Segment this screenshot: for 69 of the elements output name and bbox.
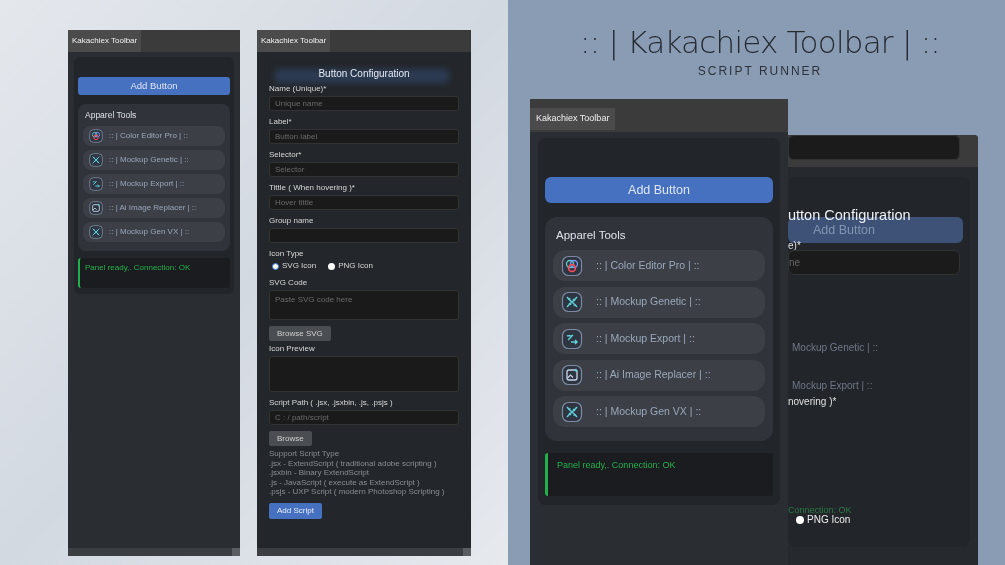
field-label: Script Path ( .jsx, .jsxbin, .js, .psjs ) xyxy=(269,398,394,408)
add-button[interactable]: Add Button xyxy=(545,177,773,203)
overlapping-circles-icon xyxy=(88,127,104,144)
tool-button[interactable]: :: | Mockup Gen VX | :: xyxy=(553,396,765,428)
help-text: .jsxbin - Binary ExtendScript xyxy=(269,468,371,478)
group-title: Apparel Tools xyxy=(85,109,138,122)
tool-button[interactable]: :: | Mockup Export | :: xyxy=(83,173,225,194)
radio-label: PNG Icon xyxy=(807,513,851,527)
radio-label: PNG Icon xyxy=(338,260,373,272)
arrow-shape-icon xyxy=(560,326,584,351)
panel-tab[interactable]: Kakachiex Toolbar xyxy=(68,30,142,52)
field-label: Icon Preview xyxy=(269,344,316,354)
tool-button-text: Mockup Export | :: xyxy=(792,379,873,393)
tool-button[interactable]: :: | Mockup Genetic | :: xyxy=(83,149,225,170)
tool-button[interactable]: :: | Ai Image Replacer | :: xyxy=(553,359,765,391)
panel-tab[interactable]: Kakachiex Toolbar xyxy=(530,108,616,130)
tool-button[interactable]: :: | Mockup Gen VX | :: xyxy=(83,221,225,242)
add-script-button[interactable]: Add Script xyxy=(269,502,322,519)
radio-option[interactable]: PNG Icon xyxy=(328,260,373,272)
input-field[interactable]: ne xyxy=(788,250,960,275)
tool-button[interactable]: :: | Ai Image Replacer | :: xyxy=(83,197,225,218)
help-text: Support Script Type xyxy=(269,449,341,459)
status-message: Panel ready,. Connection: OK xyxy=(545,452,773,496)
radio-button[interactable] xyxy=(796,515,804,524)
tool-button[interactable]: :: | Color Editor Pro | :: xyxy=(553,250,765,282)
group-title: Apparel Tools xyxy=(556,228,627,243)
tool-button[interactable]: :: | Mockup Genetic | :: xyxy=(553,286,765,318)
status-message: Panel ready,. Connection: OK xyxy=(78,257,230,288)
field-label: Name (Unique)* xyxy=(269,84,328,94)
image-sparkle-icon xyxy=(560,363,584,388)
panel-tab[interactable]: Kakachiex Toolbar xyxy=(257,30,331,52)
helix-icon xyxy=(88,223,104,240)
input-field[interactable] xyxy=(269,228,459,243)
field-label: Tittle ( When hovering )* xyxy=(269,183,356,193)
help-text: .psjs - UXP Script ( modern Photoshop Scripting ) xyxy=(269,487,446,497)
form-title: Button Configuration xyxy=(318,67,410,80)
arrow-shape-icon xyxy=(88,175,104,192)
radio-button[interactable] xyxy=(272,262,279,270)
add-button[interactable]: Add Button xyxy=(78,77,230,95)
hero-title: :: | Kakachiex Toolbar | :: xyxy=(580,24,940,60)
field-label: Selector* xyxy=(269,150,303,160)
helix-icon xyxy=(560,399,584,424)
helix-icon xyxy=(88,151,104,168)
help-text: .js - JavaScript ( execute as ExtendScript ) xyxy=(269,477,421,487)
overlapping-circles-icon xyxy=(560,253,584,278)
radio-button[interactable] xyxy=(328,262,336,270)
help-text: .jsx - ExtendScript ( traditional adobe scripting ) xyxy=(269,458,438,468)
field-label: Group name xyxy=(269,216,315,226)
tool-button-text: Mockup Genetic | :: xyxy=(792,341,878,355)
input-field[interactable]: Button label xyxy=(269,129,459,144)
text-area[interactable]: Paste SVG code here xyxy=(269,290,459,320)
input-field[interactable]: Selector xyxy=(269,162,459,177)
helix-icon xyxy=(560,290,584,315)
tool-button[interactable]: :: | Color Editor Pro | :: xyxy=(83,125,225,146)
image-sparkle-icon xyxy=(88,199,104,216)
field-label: novering )* xyxy=(788,395,837,409)
hero-subtitle: SCRIPT RUNNER xyxy=(697,63,823,80)
status-message: Connection: OK xyxy=(788,504,852,515)
field-label: Icon Type xyxy=(269,249,305,259)
field-label: Label* xyxy=(269,117,293,127)
browse-button[interactable]: Browse xyxy=(269,431,312,446)
input-field[interactable]: Unique name xyxy=(269,96,459,111)
browse-button[interactable]: Browse SVG xyxy=(269,326,331,341)
radio-option[interactable]: PNG Icon xyxy=(796,512,851,527)
input-field[interactable]: Hover tittle xyxy=(269,195,459,210)
tool-button[interactable]: :: | Mockup Export | :: xyxy=(553,323,765,355)
radio-option[interactable]: SVG Icon xyxy=(272,260,317,272)
field-label: SVG Code xyxy=(269,278,309,288)
radio-label: SVG Icon xyxy=(282,260,317,272)
